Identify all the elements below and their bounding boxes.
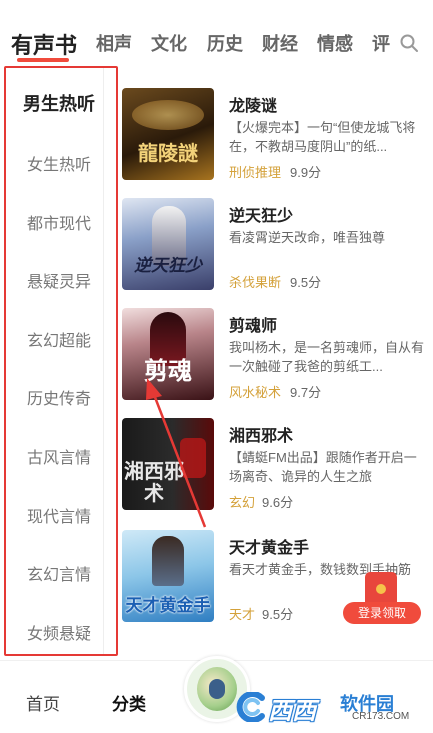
top-tab-bar: 有声书 相声 文化 历史 财经 情感 评 xyxy=(0,0,433,62)
tab-review[interactable]: 评 xyxy=(372,30,390,56)
book-description: 看凌霄逆天改命，唯吾独尊 xyxy=(229,230,386,245)
book-cover: 天才黄金手 xyxy=(122,530,214,622)
book-cover: 逆天狂少 xyxy=(122,198,214,290)
book-score: 9.9分 xyxy=(290,165,322,180)
book-title: 剪魂师 xyxy=(229,318,278,335)
cover-title: 湘西邪术 xyxy=(124,459,184,505)
book-cover: 剪魂 xyxy=(122,308,214,400)
book-description: 我叫杨木，是一名剪魂师，自从有一次触碰了我爸的剪纸工... xyxy=(229,340,425,374)
book-score: 9.7分 xyxy=(290,385,322,400)
book-title: 湘西邪术 xyxy=(229,428,294,445)
search-icon[interactable] xyxy=(399,33,419,53)
book-score: 9.5分 xyxy=(262,607,294,622)
sidebar-highlight-box xyxy=(4,66,118,656)
book-description: 【蜻蜓FM出品】跟随作者开启一场离奇、诡异的人生之旅 xyxy=(229,450,417,484)
watermark-text: 西西 xyxy=(268,698,316,725)
nav-category[interactable]: 分类 xyxy=(112,690,146,715)
book-tag: 风水秘术 xyxy=(229,385,282,400)
tab-culture[interactable]: 文化 xyxy=(151,30,187,56)
book-cover: 龍陵謎 xyxy=(122,88,214,180)
cover-title: 剪魂 xyxy=(144,356,192,385)
tab-crosstalk[interactable]: 相声 xyxy=(96,30,132,56)
book-title: 逆天狂少 xyxy=(229,208,294,225)
login-reward-promo[interactable]: 登录领取 xyxy=(343,572,421,624)
book-tag: 天才 xyxy=(229,607,256,622)
book-tag: 杀伐果断 xyxy=(229,275,282,290)
book-item[interactable]: 逆天狂少 逆天狂少 看凌霄逆天改命，唯吾独尊 杀伐果断 9.5分 xyxy=(122,198,427,298)
book-score: 9.5分 xyxy=(290,275,322,290)
cover-title: 龍陵謎 xyxy=(138,141,198,165)
cover-title: 天才黄金手 xyxy=(125,596,211,616)
login-reward-button[interactable]: 登录领取 xyxy=(343,602,421,624)
watermark-url: CR173.COM xyxy=(352,711,410,722)
book-tag: 玄幻 xyxy=(229,495,256,510)
book-description: 【火爆完本】一句“但使龙城飞将在，不教胡马度阴山”的纸... xyxy=(229,120,416,154)
book-item[interactable]: 湘西邪术 湘西邪术 【蜻蜓FM出品】跟随作者开启一场离奇、诡异的人生之旅 玄幻 … xyxy=(122,418,427,518)
watermark-logo-icon xyxy=(236,692,265,722)
cover-title: 逆天狂少 xyxy=(134,256,202,276)
book-title: 天才黄金手 xyxy=(229,540,310,557)
book-score: 9.6分 xyxy=(262,495,294,510)
book-tag: 刑侦推理 xyxy=(229,165,282,180)
book-item[interactable]: 龍陵謎 龙陵谜 【火爆完本】一句“但使龙城飞将在，不教胡马度阴山”的纸... 刑… xyxy=(122,88,427,188)
nav-home[interactable]: 首页 xyxy=(26,690,60,715)
tab-emotion[interactable]: 情感 xyxy=(317,30,353,56)
book-title: 龙陵谜 xyxy=(229,98,278,115)
site-watermark: 西西 软件园 CR173.COM xyxy=(232,690,432,725)
book-item[interactable]: 剪魂 剪魂师 我叫杨木，是一名剪魂师，自从有一次触碰了我爸的剪纸工... 风水秘… xyxy=(122,308,427,408)
tab-audiobook[interactable]: 有声书 xyxy=(11,28,77,60)
tab-history[interactable]: 历史 xyxy=(207,30,243,56)
book-cover: 湘西邪术 xyxy=(122,418,214,510)
tab-finance[interactable]: 财经 xyxy=(262,30,298,56)
